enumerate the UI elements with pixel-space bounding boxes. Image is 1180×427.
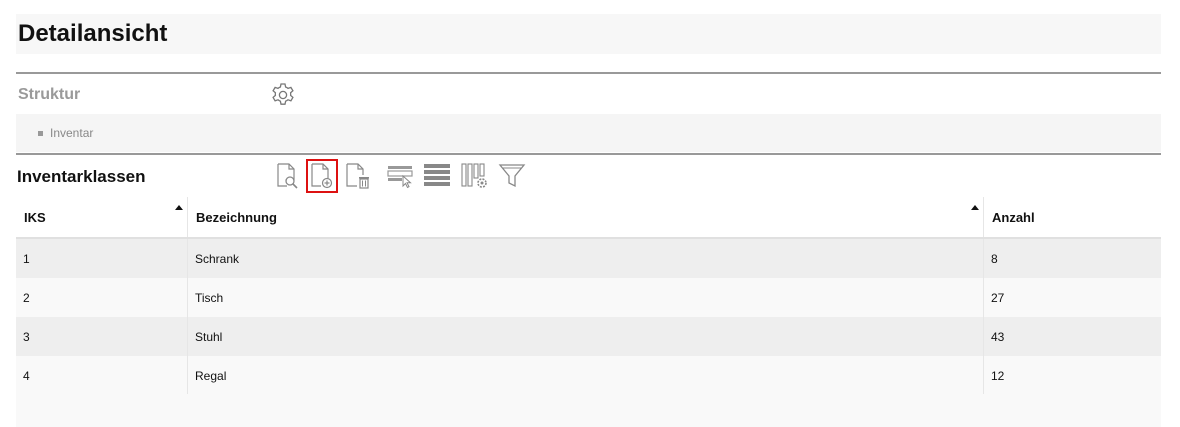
cell-iks: 1	[16, 238, 188, 278]
cell-bezeichnung: Stuhl	[187, 317, 984, 356]
table-header-row: IKS Bezeichnung Anzahl	[16, 197, 1161, 239]
filter-icon[interactable]	[496, 159, 528, 193]
cell-bezeichnung: Tisch	[187, 278, 984, 317]
cell-anzahl: 43	[983, 317, 1161, 356]
sort-asc-icon[interactable]	[175, 205, 183, 210]
document-search-icon[interactable]	[272, 159, 304, 193]
cell-bezeichnung: Regal	[187, 356, 984, 395]
structure-tree: Inventar	[16, 114, 1161, 152]
table-row[interactable]: 2 Tisch 27	[16, 278, 1161, 317]
cell-iks: 4	[16, 356, 188, 395]
table-row[interactable]: 3 Stuhl 43	[16, 317, 1161, 356]
sort-asc-icon[interactable]	[971, 205, 979, 210]
table-row[interactable]: 4 Regal 12	[16, 356, 1161, 395]
document-delete-icon[interactable]	[342, 159, 374, 193]
column-header-anzahl[interactable]: Anzahl	[983, 197, 1161, 239]
inventarklassen-header: Inventarklassen	[16, 153, 1161, 198]
table-empty-area	[16, 394, 1161, 427]
column-header-label: Anzahl	[992, 209, 1035, 225]
cell-anzahl: 27	[983, 278, 1161, 317]
document-add-icon[interactable]	[306, 159, 338, 193]
table-row[interactable]: 1 Schrank 8	[16, 238, 1161, 278]
rows-list-icon[interactable]	[421, 159, 453, 193]
column-header-bezeichnung[interactable]: Bezeichnung	[187, 197, 984, 239]
page-title: Detailansicht	[18, 20, 168, 47]
columns-settings-icon[interactable]	[459, 159, 491, 193]
struktur-label: Struktur	[18, 86, 81, 103]
column-header-label: IKS	[24, 209, 46, 225]
cell-iks: 3	[16, 317, 188, 356]
cell-bezeichnung: Schrank	[187, 238, 984, 278]
tree-item-inventar[interactable]: Inventar	[50, 126, 93, 140]
column-header-label: Bezeichnung	[196, 209, 277, 225]
cell-iks: 2	[16, 278, 188, 317]
inventarklassen-table: IKS Bezeichnung Anzahl 1 Schrank 8 2 Tis…	[16, 197, 1161, 395]
row-select-icon[interactable]	[385, 159, 417, 193]
struktur-section-header: Struktur	[16, 72, 1161, 116]
cell-anzahl: 12	[983, 356, 1161, 395]
gear-icon[interactable]	[270, 82, 296, 108]
tree-bullet	[38, 131, 43, 136]
cell-anzahl: 8	[983, 238, 1161, 278]
title-bar: Detailansicht	[16, 14, 1161, 54]
column-header-iks[interactable]: IKS	[16, 197, 188, 239]
inventarklassen-label: Inventarklassen	[17, 167, 146, 186]
